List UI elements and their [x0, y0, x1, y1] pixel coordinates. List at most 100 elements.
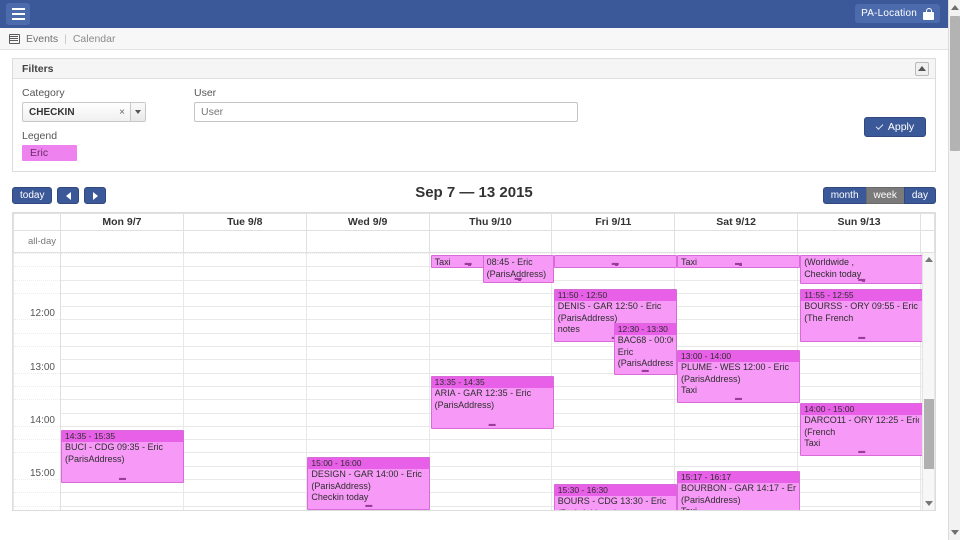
slot-cell-thu[interactable] — [428, 465, 553, 481]
location-button[interactable]: PA-Location — [855, 4, 940, 23]
slot-cell-mon[interactable] — [60, 319, 184, 334]
calendar-scrollbar[interactable] — [922, 253, 934, 510]
slot-cell-mon[interactable] — [60, 385, 184, 401]
slot-cell-wed[interactable] — [305, 399, 430, 414]
calendar-event[interactable]: 15:17 - 16:17 BOURBON - GAR 14:17 - Eric(… — [677, 471, 800, 510]
slot-cell-wed[interactable] — [305, 425, 430, 441]
slot-cell-fri[interactable] — [551, 266, 676, 281]
slot-cell-tue[interactable] — [182, 319, 307, 334]
view-day-button[interactable]: day — [903, 187, 936, 204]
day-header-mon[interactable]: Mon 9/7 — [60, 213, 184, 231]
slot-cell-sun[interactable] — [797, 505, 921, 510]
slot-cell-thu[interactable] — [428, 319, 553, 334]
hamburger-menu-icon[interactable] — [6, 3, 30, 25]
day-header-sun[interactable]: Sun 9/13 — [797, 213, 921, 231]
slot-cell-mon[interactable] — [60, 292, 184, 308]
slot-cell-fri[interactable] — [551, 372, 676, 387]
day-header-wed[interactable]: Wed 9/9 — [305, 213, 430, 231]
event-resize-handle[interactable]: ▬ — [484, 275, 553, 282]
slot-cell-thu[interactable] — [428, 292, 553, 308]
page-scroll-up-icon[interactable] — [951, 5, 959, 10]
slot-cell-mon[interactable] — [60, 266, 184, 281]
page-scroll-thumb[interactable] — [950, 16, 960, 151]
slot-cell-wed[interactable] — [305, 359, 430, 374]
slot-cell-wed[interactable] — [305, 372, 430, 387]
event-resize-handle[interactable]: ▬ — [62, 475, 183, 482]
event-resize-handle[interactable]: ▬ — [432, 421, 553, 428]
calendar-scroll-thumb[interactable] — [924, 399, 934, 469]
slot-cell-tue[interactable] — [182, 385, 307, 401]
category-clear-icon[interactable]: × — [119, 107, 130, 118]
slot-cell-mon[interactable] — [60, 306, 184, 321]
event-resize-handle[interactable]: ▬ — [678, 260, 799, 267]
slot-cell-sat[interactable] — [674, 292, 799, 308]
slot-cell-mon[interactable] — [60, 399, 184, 414]
slot-cell-thu[interactable] — [428, 452, 553, 467]
calendar-event[interactable]: 14:35 - 15:35 BUCI - CDG 09:35 - Eric (Par… — [61, 430, 184, 483]
slot-cell-tue[interactable] — [182, 399, 307, 414]
scroll-up-icon[interactable] — [925, 257, 933, 262]
slot-cell-mon[interactable] — [60, 332, 184, 348]
all-day-cell-mon[interactable] — [60, 230, 184, 253]
slot-cell-sun[interactable] — [797, 492, 921, 507]
slot-cell-mon[interactable] — [60, 253, 184, 268]
calendar-slots-viewport[interactable]: 12:0013:0014:0015:0016:00 Taxi▬08:45 - E… — [13, 253, 935, 510]
all-day-cell-fri[interactable] — [551, 230, 676, 253]
slot-cell-fri[interactable] — [551, 439, 676, 454]
view-month-button[interactable]: month — [822, 187, 866, 204]
all-day-cell-tue[interactable] — [182, 230, 307, 253]
slot-cell-mon[interactable] — [60, 372, 184, 387]
slot-cell-tue[interactable] — [182, 279, 307, 294]
calendar-event[interactable]: ▬ — [553, 255, 677, 268]
calendar-event[interactable]: 11:55 - 12:55 BOURSS - ORY 09:55 - Eric (T… — [800, 289, 924, 342]
slot-cell-fri[interactable] — [551, 385, 676, 401]
slot-cell-tue[interactable] — [182, 465, 307, 481]
slot-cell-tue[interactable] — [182, 479, 307, 494]
slot-cell-thu[interactable] — [428, 479, 553, 494]
event-resize-handle[interactable]: ▬ — [801, 334, 922, 341]
calendar-event[interactable]: Taxi ▬ — [677, 255, 800, 268]
slot-cell-tue[interactable] — [182, 452, 307, 467]
slot-cell-mon[interactable] — [60, 359, 184, 374]
calendar-event[interactable]: 15:00 - 16:00 DESIGN - GAR 14:00 - Eric (P… — [307, 457, 431, 510]
calendar-event[interactable]: 12:30 - 13:30BAC68 - 00:00 -Eric(ParisAd… — [613, 323, 677, 375]
slot-cell-tue[interactable] — [182, 346, 307, 361]
slot-cell-wed[interactable] — [305, 253, 430, 268]
slot-cell-tue[interactable] — [182, 359, 307, 374]
slot-cell-sun[interactable] — [797, 359, 921, 374]
slot-cell-thu[interactable] — [428, 439, 553, 454]
slot-cell-tue[interactable] — [182, 332, 307, 348]
slot-cell-sun[interactable] — [797, 479, 921, 494]
slot-cell-sun[interactable] — [797, 465, 921, 481]
legend-item-eric[interactable]: Eric — [22, 145, 77, 161]
slot-cell-mon[interactable] — [60, 492, 184, 507]
calendar-event[interactable]: 14:00 - 15:00 DARCO11 - ORY 12:25 - Eric(… — [800, 403, 924, 456]
calendar-event[interactable]: (Worldwide , Checkin today ▬ — [800, 255, 924, 284]
slot-cell-sat[interactable] — [674, 279, 799, 294]
slot-cell-wed[interactable] — [305, 412, 430, 427]
slot-cell-tue[interactable] — [182, 266, 307, 281]
slot-cell-tue[interactable] — [182, 292, 307, 308]
slot-cell-sun[interactable] — [797, 372, 921, 387]
category-select[interactable]: CHECKIN × — [22, 102, 146, 122]
slot-cell-sat[interactable] — [674, 439, 799, 454]
slot-cell-tue[interactable] — [182, 505, 307, 510]
slot-cell-tue[interactable] — [182, 372, 307, 387]
slot-cell-thu[interactable] — [428, 346, 553, 361]
slot-cell-wed[interactable] — [305, 306, 430, 321]
day-header-tue[interactable]: Tue 9/8 — [182, 213, 307, 231]
slot-cell-fri[interactable] — [551, 399, 676, 414]
slot-cell-fri[interactable] — [551, 412, 676, 427]
slot-cell-fri[interactable] — [551, 452, 676, 467]
slot-cell-tue[interactable] — [182, 253, 307, 268]
slot-cell-sun[interactable] — [797, 385, 921, 401]
all-day-cell-sat[interactable] — [674, 230, 799, 253]
slot-cell-sat[interactable] — [674, 266, 799, 281]
slot-cell-thu[interactable] — [428, 505, 553, 510]
event-resize-handle[interactable]: ▬ — [801, 448, 922, 455]
event-resize-handle[interactable]: ▬ — [308, 502, 429, 509]
slot-cell-tue[interactable] — [182, 425, 307, 441]
chevron-down-icon[interactable] — [130, 103, 145, 121]
slot-cell-thu[interactable] — [428, 306, 553, 321]
calendar-event[interactable]: 08:45 - Eric (ParisAddress) ▬ — [482, 255, 554, 283]
